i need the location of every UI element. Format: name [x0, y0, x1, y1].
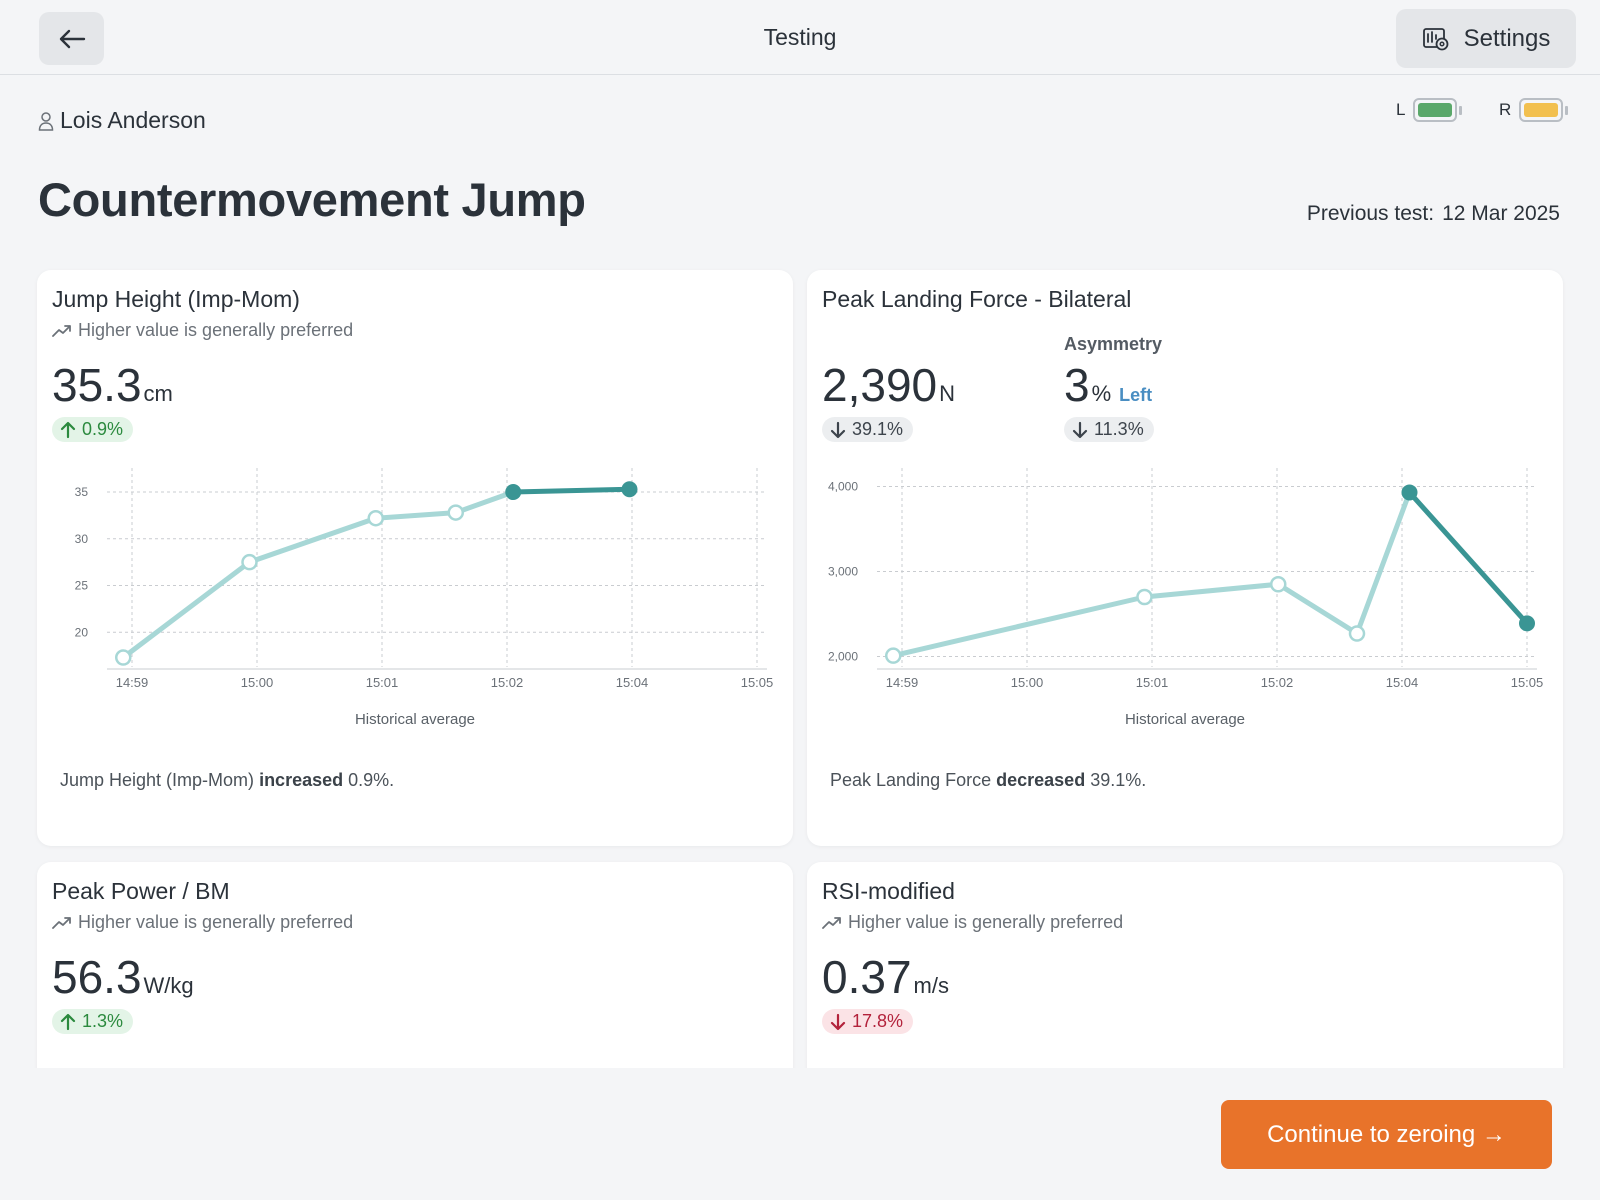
previous-test-label: Previous test:: [1306, 202, 1435, 225]
settings-label: Settings: [1463, 24, 1551, 52]
x-tick-label: 15:04: [616, 675, 649, 690]
summary-metric: Peak Landing Force: [830, 770, 992, 790]
device-right-status: R: [1499, 98, 1569, 122]
x-tick-label: 15:05: [1511, 675, 1544, 690]
metric-card-jump-height[interactable]: Jump Height (Imp-Mom) Higher value is ge…: [37, 270, 793, 846]
x-tick-label: 15:01: [366, 675, 399, 690]
battery-icon: [1519, 98, 1569, 122]
arrow-down-icon: [830, 1013, 846, 1030]
current-point: [505, 484, 522, 501]
y-tick-label: 30: [75, 532, 89, 546]
metric-unit: W/kg: [143, 973, 194, 998]
y-tick-label: 2,000: [828, 650, 858, 664]
metric-unit: m/s: [913, 973, 949, 998]
current-point: [1401, 484, 1418, 501]
summary-verb: decreased: [996, 770, 1086, 790]
back-button[interactable]: [39, 12, 104, 65]
change-value: 17.8%: [852, 1011, 904, 1031]
summary-value: 39.1%.: [1090, 770, 1147, 790]
gridlines: [107, 468, 767, 667]
device-right-label: R: [1499, 100, 1512, 119]
current-point: [1519, 615, 1535, 632]
x-tick-label: 14:59: [886, 675, 919, 690]
historical-point: [885, 647, 902, 664]
historical-point: [367, 509, 384, 527]
continue-label: Continue to zeroing →: [1267, 1120, 1506, 1148]
historical-point: [1136, 588, 1153, 606]
current-series-line: [1407, 489, 1530, 626]
y-tick-label: 35: [75, 485, 89, 499]
x-tick-label: 15:00: [241, 675, 274, 690]
y-tick-label: 25: [75, 579, 89, 593]
athlete-name: Lois Anderson: [38, 107, 206, 134]
x-tick-label: 15:00: [1011, 675, 1044, 690]
y-tick-label: 4,000: [828, 480, 858, 494]
landing-force-chart: 14:59 15:00 15:01 15:02 15:04 15:05 4,000 3,000…: [828, 468, 1544, 728]
preference-text: Higher value is generally preferred: [848, 912, 1124, 932]
top-bar-title: Testing: [763, 24, 837, 50]
metric-value: 56.3 W/kg: [52, 950, 194, 1004]
metric-value: 0.37 m/s: [822, 950, 949, 1004]
summary-value: 0.9%.: [348, 770, 395, 790]
battery-icon: [1413, 98, 1463, 122]
summary-text: Jump Height (Imp-Mom) increased 0.9%.: [60, 770, 394, 791]
change-value: 1.3%: [82, 1011, 124, 1031]
x-tick-label: 15:02: [491, 675, 524, 690]
summary-metric: Jump Height (Imp-Mom): [60, 770, 255, 790]
top-bar: Testing Settings: [0, 0, 1600, 75]
preference-text: Higher value is generally preferred: [78, 912, 354, 932]
jump-height-chart: 14:59 15:00 15:01 15:02 15:04 15:05 35 30 25 20 Hi…: [75, 468, 774, 728]
arrow-left-icon: [59, 29, 85, 48]
metric-number: 56.3: [52, 951, 142, 1003]
current-series-line: [510, 486, 632, 495]
preference-note: Higher value is generally preferred: [52, 912, 353, 933]
historical-point: [115, 649, 132, 666]
athlete-name-label: Lois Anderson: [60, 107, 206, 133]
x-tick-label: 15:01: [1136, 675, 1169, 690]
current-point: [621, 481, 638, 498]
card-title: RSI-modified: [822, 878, 955, 904]
x-tick-label: 15:02: [1261, 675, 1294, 690]
summary-text: Peak Landing Force decreased 39.1%.: [830, 770, 1146, 791]
trend-up-icon: [822, 916, 841, 929]
historical-series-line: [890, 489, 1412, 659]
historical-point: [1270, 576, 1287, 593]
metric-number: 0.37: [822, 951, 912, 1003]
page-title: Countermovement Jump: [38, 173, 586, 226]
user-icon: [38, 111, 54, 131]
historical-point: [1348, 625, 1366, 642]
settings-icon: [1422, 27, 1449, 50]
y-tick-label: 3,000: [828, 565, 858, 579]
x-axis-label: Historical average: [355, 711, 475, 728]
x-tick-label: 15:04: [1386, 675, 1419, 690]
previous-test-date: 12 Mar 2025: [1442, 202, 1560, 225]
card-title: Peak Power / BM: [52, 878, 230, 904]
previous-test: Previous test: 12 Mar 2025: [1307, 202, 1560, 226]
change-badge: 1.3%: [52, 1009, 134, 1034]
settings-button[interactable]: Settings: [1396, 9, 1576, 68]
device-left-label: L: [1396, 100, 1406, 119]
metric-card-landing-force[interactable]: Peak Landing Force - Bilateral 2,390 N 3…: [807, 270, 1563, 846]
historical-point: [447, 504, 464, 521]
y-tick-label: 20: [75, 625, 89, 639]
x-tick-label: 15:05: [741, 675, 774, 690]
change-badge: 17.8%: [822, 1009, 914, 1034]
trend-up-icon: [52, 916, 71, 929]
preference-note: Higher value is generally preferred: [822, 912, 1123, 933]
x-tick-label: 14:59: [116, 675, 149, 690]
summary-verb: increased: [259, 770, 344, 790]
arrow-up-icon: [60, 1013, 76, 1030]
continue-to-zeroing-button[interactable]: Continue to zeroing →: [1221, 1100, 1552, 1169]
x-axis-label: Historical average: [1125, 711, 1245, 728]
historical-point: [241, 553, 258, 571]
device-left-status: L: [1396, 98, 1463, 122]
